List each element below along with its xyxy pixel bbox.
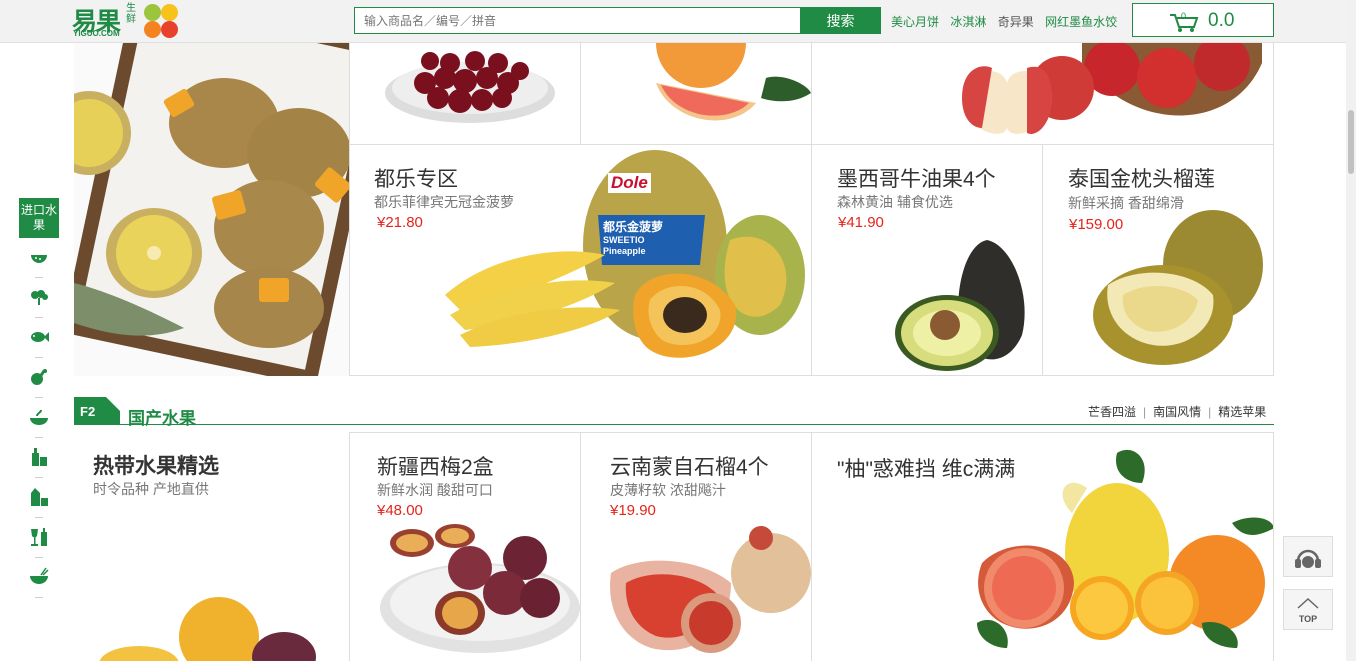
side-nav-bowl[interactable] bbox=[19, 398, 59, 438]
durian-product-image bbox=[1093, 210, 1263, 365]
side-nav-seafood[interactable] bbox=[19, 318, 59, 358]
floor-link-apple[interactable]: 精选苹果 bbox=[1218, 405, 1266, 419]
floor-title: 国产水果 bbox=[128, 409, 196, 428]
side-nav-noodle[interactable] bbox=[19, 558, 59, 598]
link-separator: | bbox=[1208, 405, 1212, 419]
floor-tag-label: F2 bbox=[80, 404, 96, 419]
floor-link-mango[interactable]: 芒香四溢 bbox=[1088, 405, 1136, 419]
search-box bbox=[354, 7, 801, 34]
noodle-icon bbox=[30, 567, 49, 584]
bowl-icon bbox=[30, 409, 48, 425]
side-nav-meat[interactable] bbox=[19, 358, 59, 398]
meat-icon bbox=[31, 369, 47, 385]
cherry-card[interactable] bbox=[349, 43, 581, 145]
logo-sub-text: 生鲜 bbox=[126, 3, 136, 25]
customer-service-button[interactable] bbox=[1283, 536, 1333, 577]
search-button[interactable]: 搜索 bbox=[800, 7, 881, 34]
back-to-top-label: TOP bbox=[1298, 614, 1318, 624]
dole-product-image bbox=[445, 150, 805, 358]
kiwi-feature-card[interactable] bbox=[74, 43, 350, 376]
hot-link-kiwi[interactable]: 奇异果 bbox=[998, 15, 1034, 29]
avocado-product-image bbox=[895, 240, 1025, 371]
avocado-card[interactable]: 墨西哥牛油果4个 森林黄油 辅食优选 ¥41.90 bbox=[811, 144, 1043, 376]
cherry-product-image bbox=[385, 51, 555, 123]
cart-count: 0 bbox=[1181, 11, 1187, 21]
side-nav-drinks[interactable] bbox=[19, 438, 59, 478]
vegetable-icon bbox=[31, 290, 48, 305]
fish-icon bbox=[31, 332, 49, 342]
pomegranate-product-image bbox=[610, 526, 811, 653]
grapefruit-product-image bbox=[656, 43, 811, 121]
dole-package-label: 都乐金菠萝 bbox=[603, 220, 664, 234]
apple-product-image bbox=[962, 43, 1262, 134]
side-nav-imported-fruit[interactable]: 进口水果 bbox=[19, 198, 59, 238]
plum-card[interactable]: 新疆西梅2盒 新鲜水润 酸甜可口 ¥48.00 bbox=[349, 432, 581, 661]
side-nav-watermelon[interactable] bbox=[19, 238, 59, 278]
dole-logo-text: Dole bbox=[608, 173, 651, 193]
page: 易果 生鲜 YIGUO.COM 搜索 美心月饼 冰淇淋 奇异果 网红墨鱼水饺 bbox=[0, 0, 1356, 661]
wine-icon bbox=[31, 528, 47, 546]
hot-link-mooncake[interactable]: 美心月饼 bbox=[891, 15, 939, 29]
pomelo-product-image bbox=[977, 449, 1273, 648]
search-input[interactable] bbox=[355, 8, 800, 33]
dole-package-label-en: SWEETIO Pineapple bbox=[603, 235, 646, 256]
tropical-product-image bbox=[99, 597, 316, 661]
floor-divider bbox=[74, 424, 1274, 425]
grapefruit-card[interactable] bbox=[580, 43, 812, 145]
kiwi-product-image bbox=[74, 43, 350, 376]
apple-card[interactable] bbox=[811, 43, 1274, 145]
chevron-up-icon bbox=[1297, 597, 1319, 609]
dole-card[interactable]: 都乐专区 都乐菲律宾无冠金菠萝 ¥21.80 Dole 都乐金菠萝 SWEETI… bbox=[349, 144, 812, 376]
back-to-top-button[interactable]: TOP bbox=[1283, 589, 1333, 630]
headset-icon bbox=[1295, 549, 1321, 568]
side-nav-vegetable[interactable] bbox=[19, 278, 59, 318]
logo-fruit-dots-icon bbox=[143, 3, 179, 39]
page-scrollbar[interactable] bbox=[1346, 0, 1356, 661]
bottle-icon bbox=[32, 448, 47, 466]
watermelon-icon bbox=[31, 255, 47, 263]
hot-link-dumplings[interactable]: 网红墨鱼水饺 bbox=[1045, 15, 1117, 29]
pomelo-card[interactable]: "柚"惑难挡 维c满满 bbox=[811, 432, 1274, 661]
milk-icon bbox=[31, 488, 48, 506]
site-logo[interactable]: 易果 生鲜 YIGUO.COM bbox=[72, 2, 182, 40]
tropical-feature-card[interactable]: 热带水果精选 时令品种 产地直供 bbox=[74, 432, 350, 661]
logo-domain: YIGUO.COM bbox=[73, 29, 120, 38]
floor-quick-links: 芒香四溢 | 南国风情 | 精选苹果 bbox=[1088, 403, 1266, 420]
scrollbar-thumb[interactable] bbox=[1348, 110, 1354, 174]
hot-link-icecream[interactable]: 冰淇淋 bbox=[950, 15, 986, 29]
side-nav-dairy[interactable] bbox=[19, 478, 59, 518]
link-separator: | bbox=[1143, 405, 1147, 419]
cart-button[interactable]: 0 0.0 bbox=[1132, 3, 1274, 37]
floor-link-tropical[interactable]: 南国风情 bbox=[1153, 405, 1201, 419]
pomegranate-card[interactable]: 云南蒙自石榴4个 皮薄籽软 浓甜飚汁 ¥19.90 bbox=[580, 432, 812, 661]
durian-card[interactable]: 泰国金枕头榴莲 新鲜采摘 香甜绵滑 ¥159.00 bbox=[1042, 144, 1274, 376]
category-side-nav: 进口水果 bbox=[19, 198, 59, 598]
plum-product-image bbox=[380, 524, 580, 653]
hot-search-links: 美心月饼 冰淇淋 奇异果 网红墨鱼水饺 bbox=[891, 13, 1125, 30]
cart-total: 0.0 bbox=[1208, 10, 1235, 31]
side-nav-wine[interactable] bbox=[19, 518, 59, 558]
top-header: 易果 生鲜 YIGUO.COM 搜索 美心月饼 冰淇淋 奇异果 网红墨鱼水饺 bbox=[0, 0, 1346, 43]
